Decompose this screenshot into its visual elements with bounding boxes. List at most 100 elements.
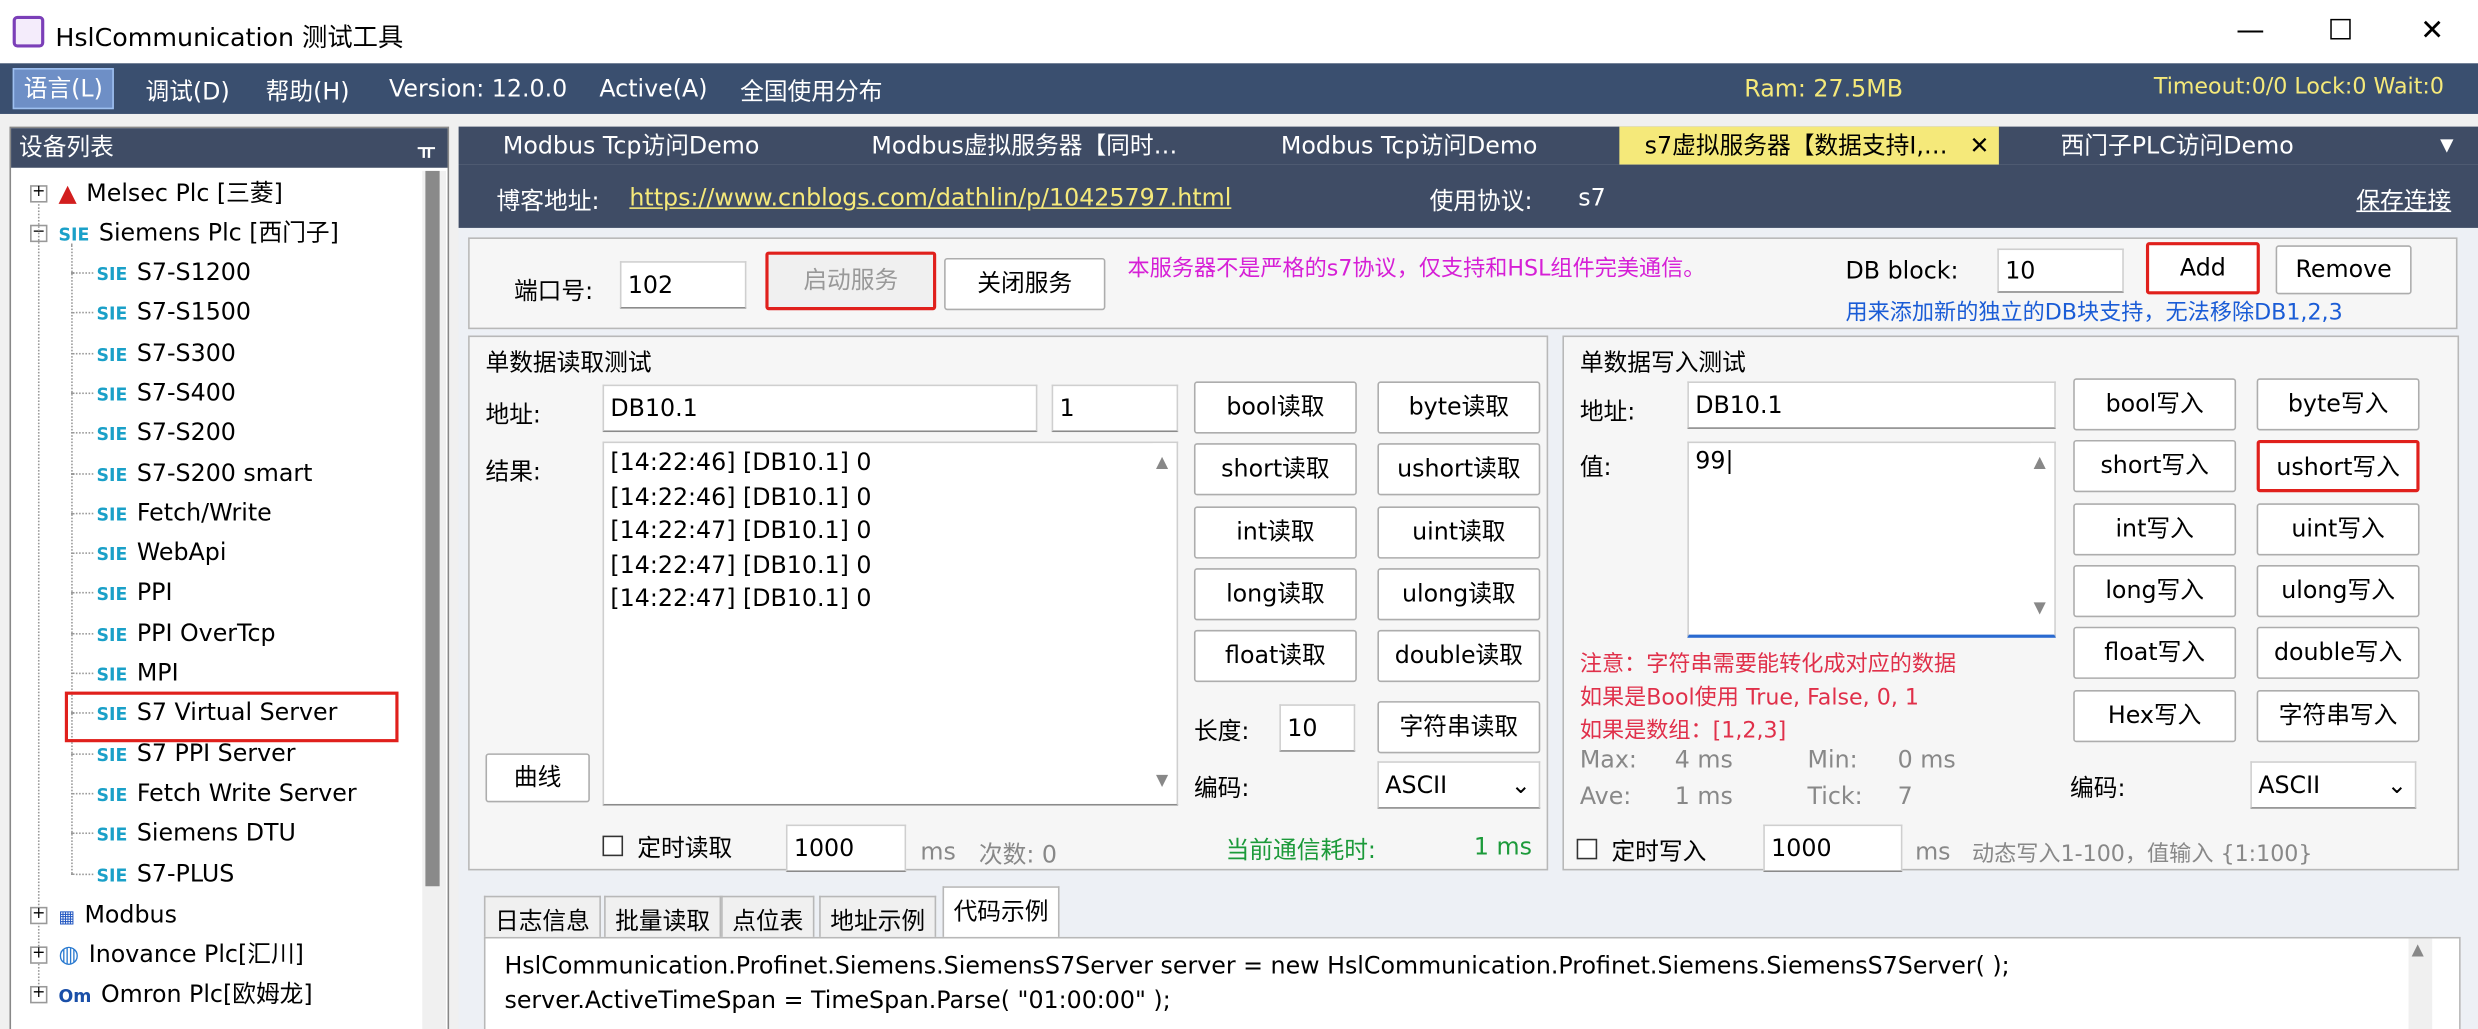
sidebar-item-s7-s1500[interactable]: SIE S7-S1500 (96, 295, 251, 330)
read-interval-input[interactable]: 1000 (785, 824, 907, 873)
tree-group-omron[interactable]: Om Omron Plc[欧姆龙] (59, 976, 313, 1011)
sidebar-item-s7-s1200[interactable]: SIE S7-S1200 (96, 255, 251, 290)
tick-value: 7 (1897, 781, 1913, 811)
read-button-0[interactable]: bool读取 (1193, 381, 1357, 434)
sidebar-item-s7-s200-smart[interactable]: SIE S7-S200 smart (96, 455, 312, 490)
expand-icon[interactable]: + (30, 906, 48, 925)
add-db-button[interactable]: Add (2145, 242, 2260, 295)
expand-icon[interactable]: + (30, 946, 48, 964)
tab-modbus-server[interactable]: Modbus虚拟服务器【同时… (871, 127, 1177, 165)
read-button-7[interactable]: ulong读取 (1377, 567, 1541, 621)
tab-siemens-plc[interactable]: 西门子PLC访问Demo (2061, 127, 2294, 165)
read-button-9[interactable]: double读取 (1377, 630, 1541, 683)
db-block-input[interactable]: 10 (1997, 248, 2124, 293)
write-button-1[interactable]: byte写入 (2256, 378, 2420, 431)
sidebar-item-label: PPI OverTcp (136, 618, 276, 647)
start-service-button[interactable]: 启动服务 (765, 251, 937, 311)
read-button-8[interactable]: float读取 (1193, 630, 1357, 683)
read-string-button[interactable]: 字符串读取 (1377, 701, 1541, 754)
menu-help[interactable]: 帮助(H) (266, 74, 350, 107)
tree-group-modbus[interactable]: ▦ Modbus (59, 897, 177, 932)
mitsubishi-icon: ▲ (58, 178, 77, 208)
write-button-5[interactable]: uint写入 (2256, 502, 2420, 555)
read-length-input[interactable]: 1 (1051, 384, 1179, 433)
write-value-input[interactable]: 99| ▲ ▼ (1687, 441, 2056, 638)
read-button-3[interactable]: ushort读取 (1377, 443, 1541, 496)
bottom-tab-4[interactable]: 代码示例 (942, 886, 1060, 941)
sidebar-item-ppi-overtcp[interactable]: SIE PPI OverTcp (96, 615, 275, 650)
sidebar-item-s7-s200[interactable]: SIE S7-S200 (96, 415, 235, 450)
tree-group-inovance[interactable]: ◍ Inovance Plc[汇川] (59, 937, 304, 972)
pin-icon[interactable]: ᚂ (418, 128, 435, 166)
write-button-8[interactable]: float写入 (2073, 627, 2237, 680)
sidebar-item-fetch-write[interactable]: SIE Fetch/Write (96, 495, 271, 530)
tab-modbus-tcp[interactable]: Modbus Tcp访问Demo (503, 127, 760, 165)
server-group: 端口号: 102 启动服务 关闭服务 本服务器不是严格的s7协议，仅支持和HSL… (468, 237, 2458, 330)
read-count-label: 次数: 0 (978, 840, 1057, 869)
timed-write-checkbox[interactable] (1576, 838, 1598, 860)
highlight-box (64, 691, 399, 743)
write-button-9[interactable]: double写入 (2256, 627, 2420, 680)
sidebar-item-label: S7-S1500 (136, 297, 251, 327)
sidebar-item-s7-s300[interactable]: SIE S7-S300 (96, 335, 235, 370)
write-value-label: 值: (1579, 452, 1612, 482)
read-button-1[interactable]: byte读取 (1377, 381, 1541, 434)
tree-group-melsec[interactable]: ▲ Melsec Plc [三菱] (59, 176, 283, 211)
sidebar-item-label: S7-S200 smart (136, 458, 313, 487)
stop-service-button[interactable]: 关闭服务 (944, 257, 1106, 311)
maximize-button[interactable]: ☐ (2317, 9, 2364, 53)
read-button-4[interactable]: int读取 (1193, 505, 1357, 559)
save-connection-link[interactable]: 保存连接 (2356, 184, 2451, 217)
read-string-length-input[interactable]: 10 (1279, 704, 1356, 752)
minimize-button[interactable]: — (2227, 9, 2274, 53)
bottom-tab-2[interactable]: 点位表 (721, 895, 815, 941)
sidebar-item-s7-s400[interactable]: SIE S7-S400 (96, 375, 235, 410)
remove-db-button[interactable]: Remove (2275, 245, 2412, 295)
menu-debug[interactable]: 调试(D) (145, 74, 229, 107)
write-encoding-select[interactable]: ASCII ⌄ (2250, 761, 2417, 809)
read-button-6[interactable]: long读取 (1193, 567, 1357, 621)
write-address-input[interactable]: DB10.1 (1687, 381, 2056, 429)
blog-link[interactable]: https://www.cnblogs.com/dathlin/p/104257… (629, 184, 1231, 212)
status-label: Timeout:0/0 Lock:0 Wait:0 (2153, 74, 2444, 100)
write-button-7[interactable]: ulong写入 (2256, 564, 2420, 618)
curve-button[interactable]: 曲线 (485, 753, 590, 803)
write-button-6[interactable]: long写入 (2073, 564, 2237, 618)
sidebar-item-fetch-write-server[interactable]: SIE Fetch Write Server (96, 775, 356, 810)
bottom-tab-0[interactable]: 日志信息 (483, 895, 601, 941)
timed-read-checkbox[interactable] (602, 835, 624, 857)
bottom-tab-1[interactable]: 批量读取 (604, 895, 722, 941)
menu-global[interactable]: 全国使用分布 (740, 74, 882, 107)
read-address-input[interactable]: DB10.1 (602, 384, 1038, 433)
read-button-5[interactable]: uint读取 (1377, 505, 1541, 559)
read-result-box[interactable]: [14:22:46] [DB10.1] 0 [14:22:46] [DB10.1]… (602, 441, 1179, 806)
write-button-10[interactable]: Hex写入 (2073, 689, 2237, 742)
code-view[interactable]: HslCommunication.Profinet.Siemens.Siemen… (483, 936, 2461, 1029)
tree-group-siemens[interactable]: SIE Siemens Plc [西门子] (59, 215, 339, 250)
write-button-3[interactable]: ushort写入 (2256, 440, 2420, 493)
sidebar-item-siemens-dtu[interactable]: SIE Siemens DTU (96, 815, 295, 850)
write-button-4[interactable]: int写入 (2073, 502, 2237, 555)
write-button-0[interactable]: bool写入 (2073, 378, 2237, 431)
expand-icon[interactable]: + (30, 184, 48, 203)
tab-menu-icon[interactable]: ▼ (2440, 127, 2453, 165)
write-interval-input[interactable]: 1000 (1763, 824, 1903, 873)
sidebar-item-webapi[interactable]: SIE WebApi (96, 535, 226, 570)
tab-close-icon[interactable]: ✕ (1970, 127, 1990, 165)
sidebar-item-ppi[interactable]: SIE PPI (96, 575, 172, 610)
read-address-label: 地址: (485, 400, 541, 429)
tab-s7-server[interactable]: s7虚拟服务器【数据支持I,… ✕ (1619, 126, 1999, 165)
menu-language[interactable]: 语言(L) (12, 68, 114, 110)
write-button-11[interactable]: 字符串写入 (2256, 689, 2420, 742)
sidebar-item-mpi[interactable]: SIE MPI (96, 655, 178, 690)
close-button[interactable]: ✕ (2408, 9, 2455, 53)
bottom-tab-3[interactable]: 地址示例 (819, 895, 937, 941)
tab-modbus-tcp-2[interactable]: Modbus Tcp访问Demo (1281, 127, 1538, 165)
sidebar-item-s7-plus[interactable]: SIE S7-PLUS (96, 855, 234, 890)
read-button-2[interactable]: short读取 (1193, 443, 1357, 496)
write-button-2[interactable]: short写入 (2073, 440, 2237, 493)
expand-icon[interactable]: + (30, 985, 48, 1004)
port-input[interactable]: 102 (619, 261, 747, 309)
menu-active[interactable]: Active(A) (599, 74, 707, 102)
read-encoding-select[interactable]: ASCII ⌄ (1377, 761, 1541, 809)
